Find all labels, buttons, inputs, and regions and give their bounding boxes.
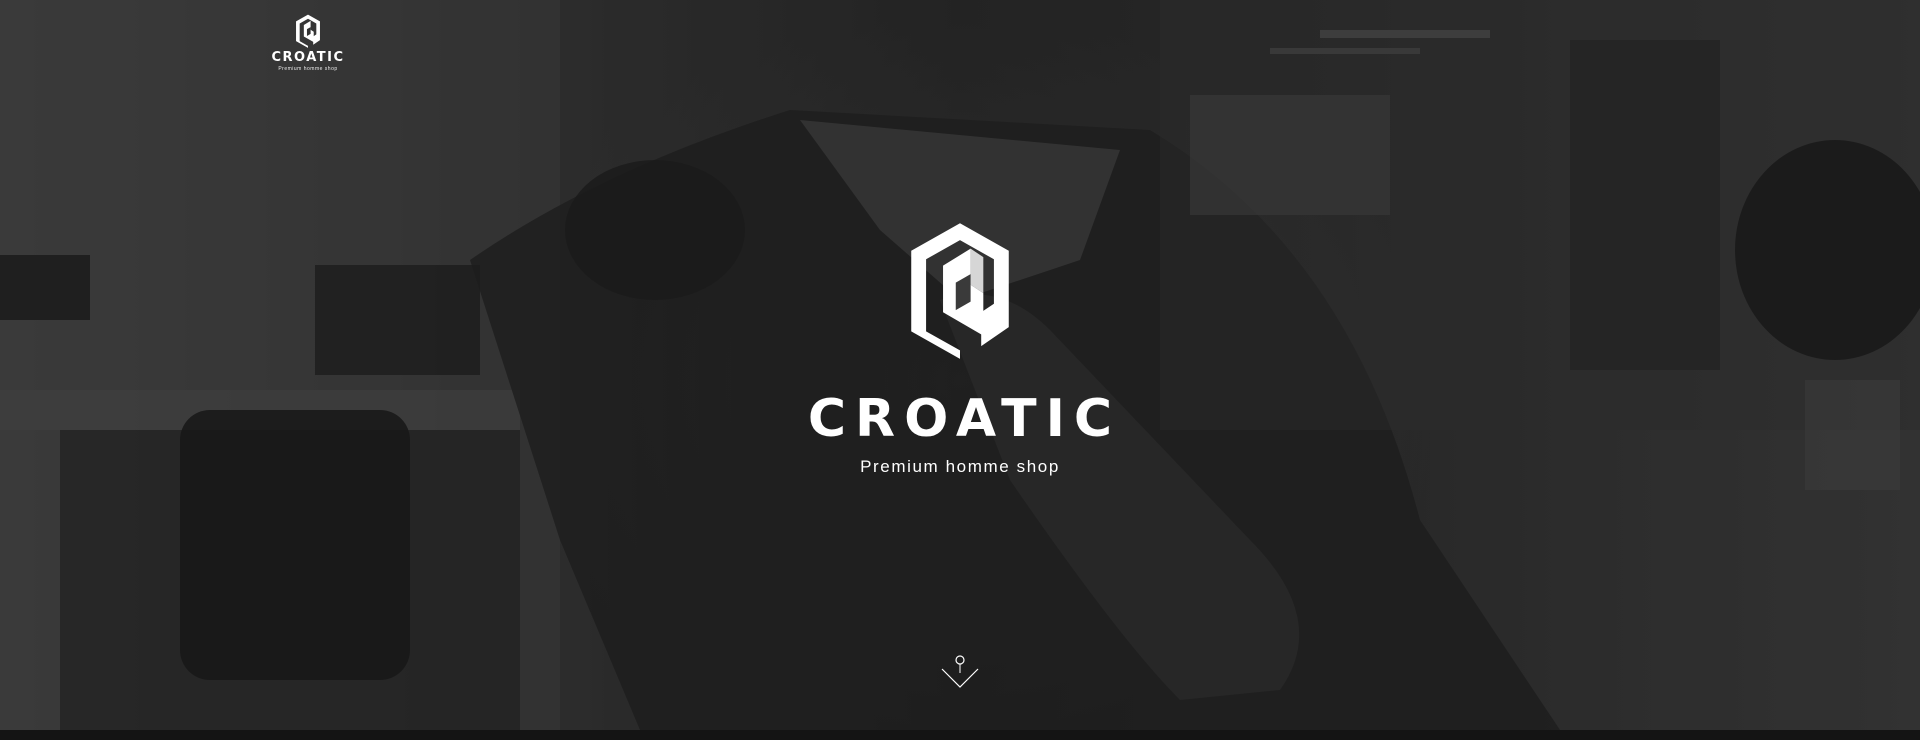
header-logo-brand: CROATIC <box>271 50 345 65</box>
header-logo[interactable]: CROATIC Premium homme shop <box>270 14 346 72</box>
header-logo-tagline: Premium homme shop <box>278 66 338 72</box>
hero-section: CROATIC Premium homme shop CROATIC Premi… <box>0 0 1920 730</box>
hero-brand-title: CROATIC <box>807 389 1122 449</box>
scroll-down-button[interactable] <box>940 655 980 691</box>
croatic-logo-icon <box>296 14 320 48</box>
bottom-bar <box>0 730 1920 740</box>
hero-logo: CROATIC Premium homme shop <box>760 215 1160 477</box>
scroll-down-icon <box>941 655 979 688</box>
croatic-logo-icon <box>911 223 1009 359</box>
hero-tagline: Premium homme shop <box>860 457 1060 476</box>
